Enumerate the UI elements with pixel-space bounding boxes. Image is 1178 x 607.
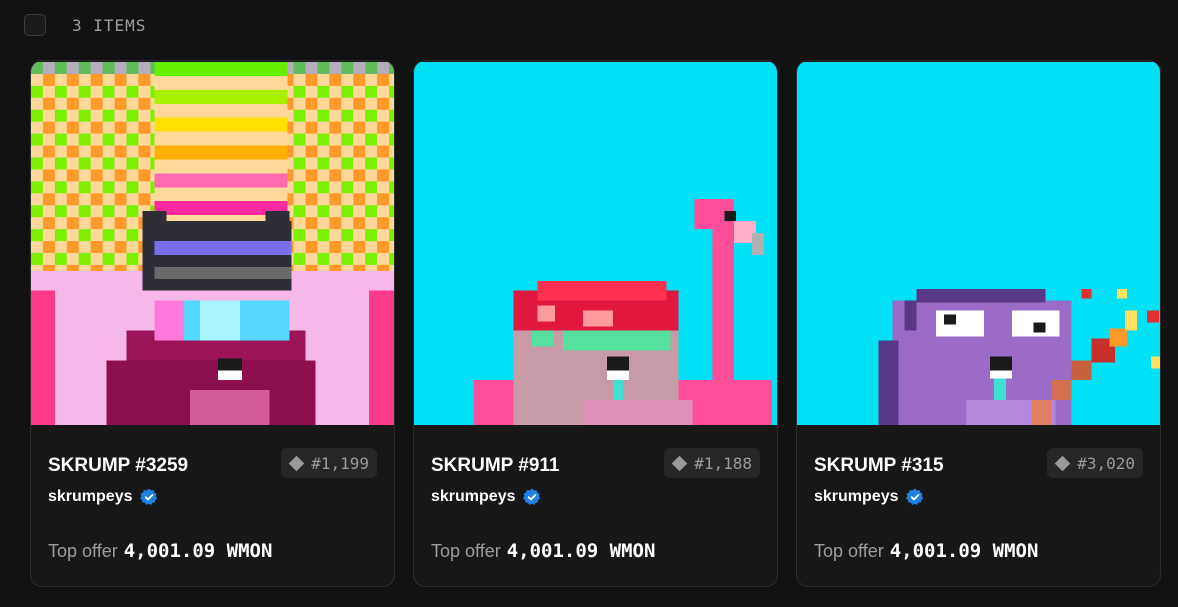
verified-badge-icon <box>139 488 157 505</box>
top-offer-value: 4,001.09 WMON <box>123 540 273 562</box>
rarity-rank-badge: #1,188 <box>664 448 760 478</box>
collection-link[interactable]: skrumpeys <box>48 488 158 506</box>
rarity-diamond-icon <box>671 455 688 471</box>
nft-name[interactable]: SKRUMP #911 <box>431 455 560 477</box>
top-offer-label: Top offer <box>814 541 884 561</box>
collection-link[interactable]: skrumpeys <box>431 488 541 506</box>
rarity-rank-badge: #3,020 <box>1047 448 1143 478</box>
nft-image[interactable] <box>31 61 394 426</box>
nft-card[interactable]: SKRUMP #911 #1,188 skrumpeys Top offer 4… <box>413 60 778 587</box>
nft-image[interactable] <box>797 61 1160 426</box>
collection-name: skrumpeys <box>814 488 899 505</box>
rarity-rank: #1,188 <box>694 453 752 473</box>
verified-badge-icon <box>522 488 540 505</box>
top-offer: Top offer 4,001.09 WMON <box>48 540 272 562</box>
nft-image[interactable] <box>414 61 777 426</box>
collection-link[interactable]: skrumpeys <box>814 488 924 506</box>
select-all-checkbox[interactable] <box>24 14 46 36</box>
top-offer-label: Top offer <box>431 541 501 561</box>
rarity-rank-badge: #1,199 <box>281 448 377 478</box>
nft-card[interactable]: SKRUMP #315 #3,020 skrumpeys Top offer 4… <box>796 60 1161 587</box>
nft-card[interactable]: SKRUMP #3259 #1,199 skrumpeys Top offer … <box>30 60 395 587</box>
verified-badge-icon <box>905 488 923 505</box>
rarity-diamond-icon <box>288 455 305 471</box>
top-offer-label: Top offer <box>48 541 118 561</box>
collection-name: skrumpeys <box>431 488 516 505</box>
item-count: 3 ITEMS <box>72 15 147 35</box>
rarity-rank: #3,020 <box>1077 453 1135 473</box>
top-offer-value: 4,001.09 WMON <box>506 540 656 562</box>
items-header: 3 ITEMS <box>24 12 146 38</box>
nft-name[interactable]: SKRUMP #315 <box>814 455 944 477</box>
rarity-diamond-icon <box>1054 455 1071 471</box>
collection-name: skrumpeys <box>48 488 133 505</box>
top-offer-value: 4,001.09 WMON <box>889 540 1039 562</box>
nft-name[interactable]: SKRUMP #3259 <box>48 455 188 477</box>
top-offer: Top offer 4,001.09 WMON <box>814 540 1038 562</box>
rarity-rank: #1,199 <box>311 453 369 473</box>
top-offer: Top offer 4,001.09 WMON <box>431 540 655 562</box>
